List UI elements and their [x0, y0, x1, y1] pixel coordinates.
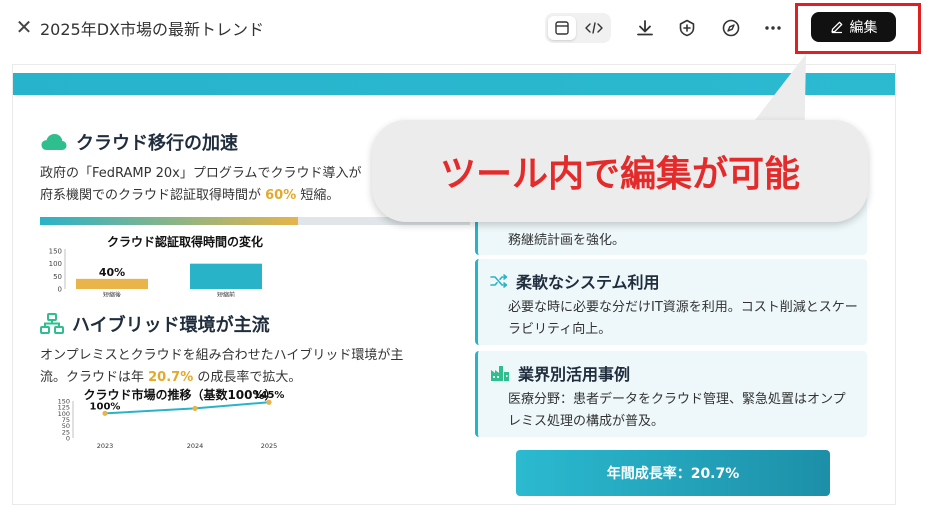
- bar-ytick-label: 0: [58, 286, 62, 294]
- section-hybrid-text: オンプレミスとクラウドを組み合わせたハイブリッド環境が主 流。クラウドは年 20…: [40, 345, 480, 389]
- bar-category-label: 短縮前: [217, 291, 235, 297]
- bar-ytick-label: 100: [49, 260, 62, 268]
- section-hybrid-title-text: ハイブリッド環境が主流: [72, 315, 270, 336]
- bar-chart-title: クラウド認証取得時間の変化: [107, 234, 263, 249]
- bar-data-label: 40%: [99, 266, 125, 279]
- line-category-label: 2024: [187, 442, 204, 450]
- card-flex-title-text: 柔軟なシステム利用: [516, 273, 660, 292]
- share-icon[interactable]: [674, 15, 700, 41]
- card-industry: 業界別活用事例 医療分野：患者データをクラウド管理、緊急処置はオンプレミス処理の…: [475, 351, 867, 437]
- line-ytick-label: 150: [58, 398, 70, 406]
- edit-button-label: 編集: [849, 20, 878, 36]
- line-point: [192, 405, 198, 411]
- bar: [190, 263, 262, 289]
- hybrid-line2: 流。クラウドは年 20.7% の成長率で拡大。: [40, 367, 480, 389]
- line-chart: クラウド市場の推移（基数100%） 0255075100125150202310…: [58, 387, 285, 450]
- card-industry-body: 医療分野：患者データをクラウド管理、緊急処置はオンプレミス処理の構成が普及。: [508, 392, 846, 429]
- hybrid-line1: オンプレミスとクラウドを組み合わせたハイブリッド環境が主: [40, 348, 404, 363]
- bar-ytick-label: 50: [53, 273, 62, 281]
- callout-bubble: ツール内で編集が可能: [372, 120, 868, 222]
- hybrid-line2-post: の成長率で拡大。: [193, 370, 302, 385]
- card-flex: 柔軟なシステム利用 必要な時に必要な分だけIT資源を利用。コスト削減とスケーラビ…: [475, 259, 867, 345]
- line-category-label: 2023: [97, 442, 114, 450]
- pencil-icon: [830, 21, 842, 34]
- hybrid-highlight: 20.7%: [148, 370, 194, 385]
- line-series: [104, 401, 270, 415]
- growth-rate-banner: 年間成長率：20.7%: [516, 450, 830, 496]
- section-cloud-title-text: クラウド移行の加速: [76, 133, 238, 154]
- bar-category-label: 短縮後: [103, 291, 121, 297]
- card-industry-title: 業界別活用事例: [490, 361, 630, 385]
- card-bcp-body: 務継続計画を強化。: [508, 233, 626, 248]
- bar-ytick-label: 150: [49, 248, 62, 256]
- hybrid-line2-pre: 流。クラウドは年: [40, 370, 149, 385]
- view-toggle: [545, 13, 611, 43]
- document-banner: [13, 73, 895, 95]
- shuffle-icon: [490, 274, 508, 288]
- line-data-label: 100%: [90, 401, 121, 412]
- compass-icon[interactable]: [718, 15, 744, 41]
- close-icon[interactable]: ✕: [14, 17, 34, 37]
- more-icon[interactable]: [760, 15, 786, 41]
- edit-button[interactable]: 編集: [811, 12, 896, 42]
- code-icon[interactable]: [580, 16, 608, 40]
- cloud-line2-post: 短縮。: [296, 188, 340, 203]
- line-category-label: 2025: [261, 442, 278, 450]
- download-icon[interactable]: [632, 15, 658, 41]
- network-icon: [40, 313, 64, 334]
- line-chart-title: クラウド市場の推移（基数100%）: [83, 387, 276, 402]
- document-title: 2025年DX市場の最新トレンド: [40, 20, 265, 39]
- bar-chart: クラウド認証取得時間の変化 0 50 100 150 短縮後 40% 短縮前: [49, 234, 263, 297]
- section-cloud-title: クラウド移行の加速: [40, 129, 238, 155]
- preview-icon[interactable]: [548, 16, 576, 40]
- bar: [76, 278, 148, 289]
- cloud-progress-fill: [40, 217, 298, 225]
- line-data-label: 145%: [254, 390, 285, 401]
- card-flex-title: 柔軟なシステム利用: [490, 269, 660, 293]
- callout-text: ツール内で編集が可能: [439, 154, 800, 195]
- card-flex-body: 必要な時に必要な分だけIT資源を利用。コスト削減とスケーラビリティ向上。: [508, 300, 858, 337]
- industry-icon: [491, 366, 509, 381]
- cloud-line2-pre: 府系機関でのクラウド認証取得時間が: [40, 188, 266, 203]
- top-bar: ✕ 2025年DX市場の最新トレンド 編集: [0, 0, 925, 56]
- card-industry-title-text: 業界別活用事例: [518, 365, 631, 384]
- section-hybrid-title: ハイブリッド環境が主流: [40, 311, 270, 337]
- cloud-highlight: 60%: [265, 188, 297, 203]
- cloud-icon: [41, 134, 67, 150]
